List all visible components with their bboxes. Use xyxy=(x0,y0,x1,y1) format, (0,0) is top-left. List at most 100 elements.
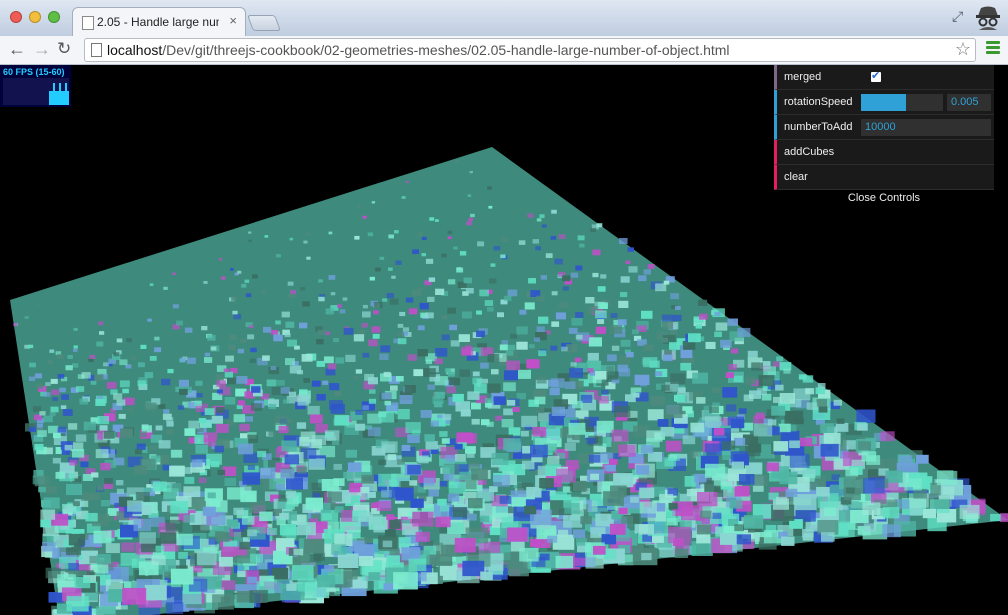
rotation-speed-input[interactable]: 0.005 xyxy=(947,94,991,111)
cube xyxy=(93,530,112,544)
cube xyxy=(609,324,623,334)
forward-icon[interactable]: → xyxy=(33,38,51,60)
cube xyxy=(285,321,295,328)
cube xyxy=(506,360,520,371)
cube xyxy=(176,533,193,546)
cube xyxy=(180,357,186,362)
cube xyxy=(75,434,87,442)
clear-button[interactable]: clear xyxy=(774,165,994,190)
tab-active[interactable]: 2.05 - Handle large number of object × xyxy=(72,7,246,37)
merged-checkbox[interactable] xyxy=(871,69,881,82)
cube xyxy=(306,256,311,260)
cube xyxy=(401,547,421,561)
menu-icon[interactable] xyxy=(986,41,1000,56)
cube xyxy=(178,552,188,559)
cube xyxy=(428,277,436,282)
close-controls-button[interactable]: Close Controls xyxy=(774,190,994,207)
cube xyxy=(39,411,46,416)
cube xyxy=(163,491,177,501)
cube xyxy=(421,253,426,257)
cube xyxy=(138,362,145,368)
cube xyxy=(135,492,150,502)
cube xyxy=(739,474,755,485)
cube xyxy=(499,496,511,504)
new-tab-button[interactable] xyxy=(247,15,281,31)
cube xyxy=(140,458,156,470)
close-window-button[interactable] xyxy=(10,11,22,23)
control-number-to-add[interactable]: numberToAdd 10000 xyxy=(774,115,994,140)
cube xyxy=(856,409,876,423)
zoom-window-button[interactable] xyxy=(48,11,60,23)
cube xyxy=(226,519,239,528)
number-to-add-input[interactable]: 10000 xyxy=(861,119,991,136)
cube xyxy=(441,253,447,258)
cube xyxy=(500,254,506,259)
cube xyxy=(428,489,439,497)
cube xyxy=(558,529,569,537)
cube xyxy=(779,393,795,404)
cube xyxy=(34,443,44,451)
cube xyxy=(551,321,560,327)
cube xyxy=(516,341,528,350)
browser-titlebar: 2.05 - Handle large number of object × ⤢ xyxy=(0,0,1008,37)
cube xyxy=(119,359,128,366)
cube xyxy=(322,380,329,385)
cube xyxy=(534,396,546,405)
cube xyxy=(545,253,553,258)
cube xyxy=(1000,513,1008,522)
bookmark-star-icon[interactable]: ☆ xyxy=(955,39,971,60)
control-rotation-speed[interactable]: rotationSpeed 0.005 xyxy=(774,90,994,115)
address-bar[interactable]: localhost/Dev/git/threejs-cookbook/02-ge… xyxy=(84,38,976,62)
back-icon[interactable]: ← xyxy=(8,38,26,60)
cube xyxy=(250,403,263,411)
add-cubes-button[interactable]: addCubes xyxy=(774,140,994,165)
control-merged[interactable]: merged xyxy=(774,65,994,90)
cube xyxy=(183,514,195,523)
cube xyxy=(831,474,840,481)
reload-icon[interactable]: ↻ xyxy=(57,38,71,60)
tab-close-icon[interactable]: × xyxy=(229,13,237,28)
cube xyxy=(447,236,452,240)
cube xyxy=(166,602,184,615)
cube xyxy=(572,434,581,440)
cube xyxy=(259,467,276,479)
cube xyxy=(665,405,683,419)
url-text[interactable]: localhost/Dev/git/threejs-cookbook/02-ge… xyxy=(107,42,730,58)
cube xyxy=(155,545,165,552)
cube xyxy=(463,277,472,284)
cube xyxy=(401,444,411,451)
cube xyxy=(252,274,258,279)
cube xyxy=(647,264,655,269)
control-label: addCubes xyxy=(784,146,835,158)
cube xyxy=(488,205,493,209)
cube xyxy=(477,241,485,247)
cube xyxy=(555,555,574,569)
cube xyxy=(588,337,602,347)
fullscreen-icon[interactable]: ⤢ xyxy=(952,8,963,25)
cube xyxy=(301,354,313,362)
cube xyxy=(216,380,226,387)
stats-panel[interactable]: 60 FPS (15-60) xyxy=(0,65,71,107)
cube xyxy=(362,215,367,219)
cube xyxy=(486,383,501,394)
cube xyxy=(729,499,743,509)
cube xyxy=(649,360,660,368)
rotation-speed-slider[interactable] xyxy=(861,94,943,111)
cube xyxy=(331,544,347,555)
cube xyxy=(322,513,332,520)
cube xyxy=(415,531,430,542)
cube xyxy=(862,502,881,515)
cube xyxy=(659,546,676,558)
cube xyxy=(524,505,537,515)
cube xyxy=(507,289,518,297)
minimize-window-button[interactable] xyxy=(29,11,41,23)
cube xyxy=(618,300,629,308)
cube xyxy=(288,293,295,299)
cube xyxy=(632,329,639,335)
cube xyxy=(453,246,458,250)
cube xyxy=(435,288,445,295)
control-label: merged xyxy=(784,71,822,83)
cube xyxy=(248,324,254,329)
cube xyxy=(564,503,580,514)
cube xyxy=(459,369,470,377)
